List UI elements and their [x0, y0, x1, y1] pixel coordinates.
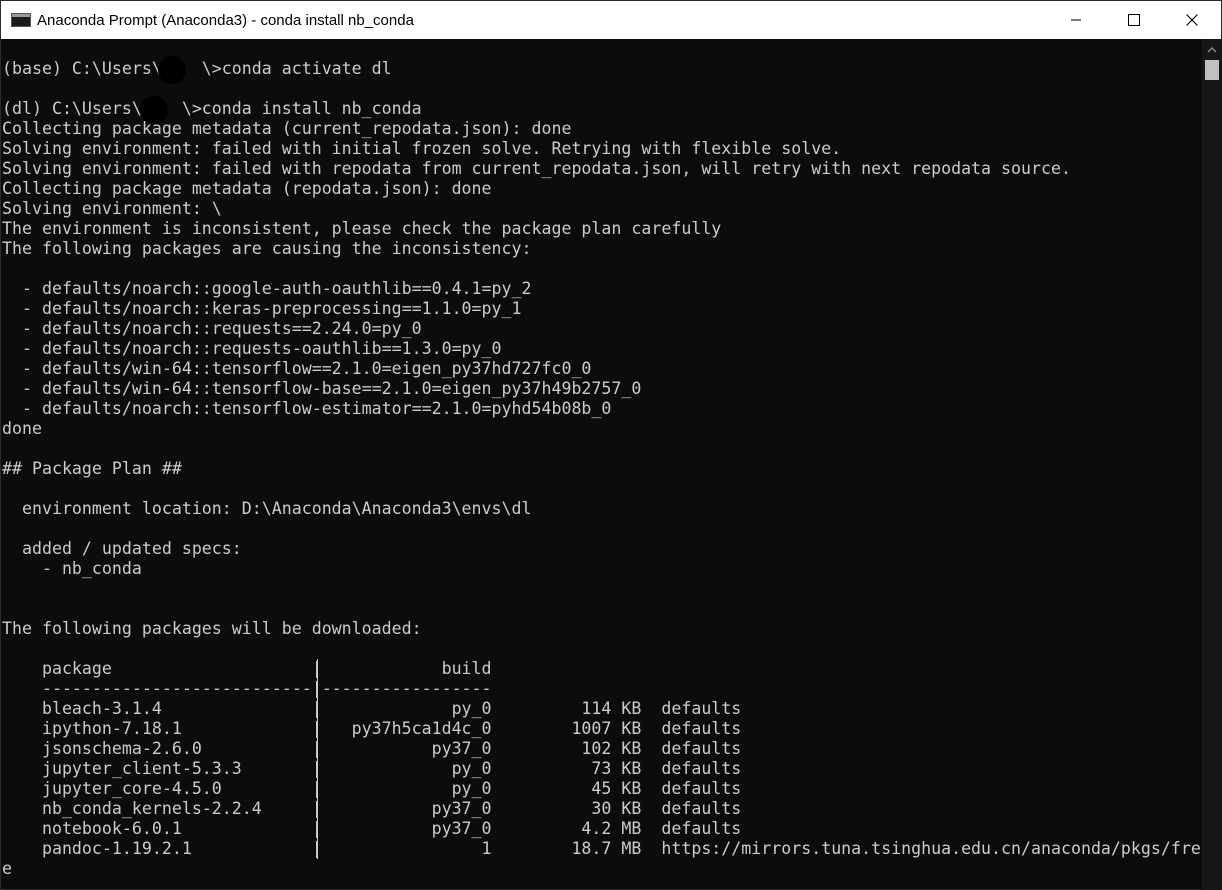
console-line: The following packages will be downloade…: [2, 619, 422, 638]
minimize-button[interactable]: [1047, 1, 1105, 39]
console-line: jupyter_core-4.5.0 | py_0 45 KB defaults: [2, 779, 742, 798]
console-line: - defaults/noarch::google-auth-oauthlib=…: [2, 279, 532, 298]
console-line: package | build: [2, 659, 492, 678]
console-line: nb_conda_kernels-2.2.4 | py37_0 30 KB de…: [2, 799, 742, 818]
console-line: - defaults/win-64::tensorflow==2.1.0=eig…: [2, 359, 592, 378]
console-text: (base) C:\Users\ \>conda activate dl (dl)…: [2, 59, 1201, 879]
chevron-up-icon: [1207, 47, 1217, 53]
console-line: The environment is inconsistent, please …: [2, 219, 722, 238]
minimize-icon: [1071, 19, 1081, 21]
console-line: Collecting package metadata (repodata.js…: [2, 179, 492, 198]
maximize-icon: [1128, 14, 1140, 26]
console-line: Collecting package metadata (current_rep…: [2, 119, 572, 138]
console-line: added / updated specs:: [2, 539, 242, 558]
console-line: bleach-3.1.4 | py_0 114 KB defaults: [2, 699, 742, 718]
console-line: - defaults/noarch::requests-oauthlib==1.…: [2, 339, 502, 358]
console-line: jsonschema-2.6.0 | py37_0 102 KB default…: [2, 739, 742, 758]
console-line: - defaults/noarch::tensorflow-estimator=…: [2, 399, 612, 418]
redaction-mark: [140, 96, 168, 124]
console-line: Solving environment: failed with initial…: [2, 139, 842, 158]
console-line: ipython-7.18.1 | py37h5ca1d4c_0 1007 KB …: [2, 719, 742, 738]
console-line: - defaults/noarch::keras-preprocessing==…: [2, 299, 522, 318]
console-line: - defaults/win-64::tensorflow-base==2.1.…: [2, 379, 642, 398]
console-line: notebook-6.0.1 | py37_0 4.2 MB defaults: [2, 819, 742, 838]
console-window: Anaconda Prompt (Anaconda3) - conda inst…: [0, 0, 1222, 890]
console-line: jupyter_client-5.3.3 | py_0 73 KB defaul…: [2, 759, 742, 778]
console-line: - nb_conda: [2, 559, 142, 578]
console-line: ## Package Plan ##: [2, 459, 182, 478]
console-line: done: [2, 419, 42, 438]
console-line: - defaults/noarch::requests==2.24.0=py_0: [2, 319, 422, 338]
console-window-icon[interactable]: [11, 13, 31, 27]
title-bar[interactable]: Anaconda Prompt (Anaconda3) - conda inst…: [1, 1, 1221, 39]
vertical-scrollbar[interactable]: [1202, 39, 1222, 890]
maximize-button[interactable]: [1105, 1, 1163, 39]
scroll-up-button[interactable]: [1202, 41, 1222, 59]
console-output[interactable]: (base) C:\Users\ \>conda activate dl (dl)…: [2, 39, 1202, 890]
scroll-thumb[interactable]: [1205, 60, 1219, 80]
console-line: pandoc-1.19.2.1 | 1 18.7 MB https://mirr…: [2, 839, 1201, 858]
console-line: Solving environment: \: [2, 199, 222, 218]
redaction-mark: [158, 56, 186, 84]
console-line: e: [2, 859, 12, 878]
window-title: Anaconda Prompt (Anaconda3) - conda inst…: [37, 11, 414, 29]
close-icon: [1186, 14, 1198, 26]
console-line: The following packages are causing the i…: [2, 239, 532, 258]
console-line: (dl) C:\Users\ \>conda install nb_conda: [2, 99, 422, 118]
console-line: environment location: D:\Anaconda\Anacon…: [2, 499, 532, 518]
console-line: ---------------------------|------------…: [2, 679, 492, 698]
close-button[interactable]: [1163, 1, 1221, 39]
console-line: Solving environment: failed with repodat…: [2, 159, 1071, 178]
table-column-divider: [317, 659, 318, 859]
